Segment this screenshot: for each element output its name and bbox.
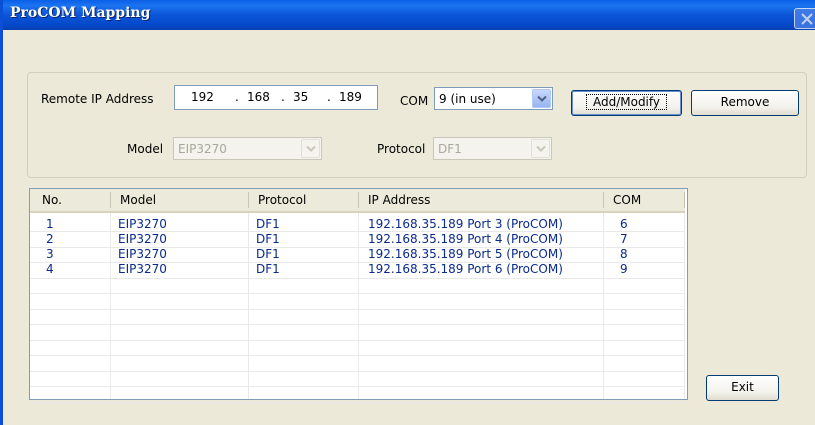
ip-octet-2[interactable]: 168 bbox=[247, 90, 270, 104]
ip-dot: . bbox=[235, 90, 239, 104]
table-row[interactable]: 3 EIP3270 DF1 192.168.35.189 Port 5 (ProCOM… bbox=[30, 247, 685, 262]
ip-octet-1[interactable]: 192 bbox=[191, 90, 214, 104]
column-divider[interactable] bbox=[358, 192, 359, 208]
remote-ip-label: Remote IP Address bbox=[41, 92, 154, 106]
cell-model: EIP3270 bbox=[118, 232, 167, 246]
protocol-label: Protocol bbox=[377, 142, 426, 156]
cell-model: EIP3270 bbox=[118, 262, 167, 276]
mapping-list[interactable]: No. Model Protocol IP Address COM 1 EIP32… bbox=[29, 188, 688, 403]
cell-com: 6 bbox=[620, 217, 628, 231]
add-modify-label: Add/Modify bbox=[585, 94, 668, 110]
protocol-dropdown-button[interactable] bbox=[531, 139, 550, 158]
table-row[interactable]: 4 EIP3270 DF1 192.168.35.189 Port 6 (ProCOM… bbox=[30, 262, 685, 277]
model-dropdown-button[interactable] bbox=[301, 139, 320, 158]
ip-octet-4[interactable]: 189 bbox=[339, 90, 362, 104]
remote-ip-input[interactable]: 192 . 168 . 35 . 189 bbox=[174, 85, 378, 110]
model-label: Model bbox=[127, 142, 164, 156]
protocol-select[interactable]: DF1 bbox=[433, 137, 552, 160]
grid-line bbox=[30, 355, 685, 356]
column-header-no[interactable]: No. bbox=[36, 189, 62, 211]
ip-octet-3[interactable]: 35 bbox=[293, 90, 308, 104]
cell-ip-address: 192.168.35.189 Port 6 (ProCOM) bbox=[368, 262, 563, 276]
chevron-down-icon bbox=[306, 145, 316, 152]
model-select[interactable]: EIP3270 bbox=[173, 137, 322, 160]
grid-line bbox=[30, 277, 685, 279]
exit-button[interactable]: Exit bbox=[706, 375, 779, 401]
list-header: No. Model Protocol IP Address COM bbox=[30, 189, 685, 213]
cell-no: 2 bbox=[46, 232, 54, 246]
ip-dot: . bbox=[327, 90, 331, 104]
cell-protocol: DF1 bbox=[256, 217, 280, 231]
column-divider[interactable] bbox=[684, 192, 685, 208]
grid-line bbox=[30, 339, 685, 341]
column-header-model[interactable]: Model bbox=[114, 189, 156, 211]
cell-com: 7 bbox=[620, 232, 628, 246]
protocol-select-value: DF1 bbox=[438, 142, 462, 156]
column-header-com[interactable]: COM bbox=[607, 189, 641, 211]
chevron-down-icon bbox=[536, 145, 546, 152]
settings-group bbox=[27, 72, 807, 178]
com-dropdown-button[interactable] bbox=[532, 89, 551, 108]
cell-model: EIP3270 bbox=[118, 217, 167, 231]
model-select-value: EIP3270 bbox=[178, 142, 227, 156]
com-select[interactable]: 9 (in use) bbox=[434, 87, 553, 110]
title-bar[interactable]: ProCOM Mapping bbox=[3, 0, 815, 30]
cell-no: 3 bbox=[46, 247, 54, 261]
grid-line bbox=[30, 308, 685, 310]
cell-no: 4 bbox=[46, 262, 54, 276]
close-icon bbox=[801, 13, 813, 25]
column-divider[interactable] bbox=[110, 192, 111, 208]
column-header-ip-address[interactable]: IP Address bbox=[362, 189, 430, 211]
grid-line bbox=[30, 401, 685, 403]
grid-line bbox=[30, 324, 685, 325]
cell-protocol: DF1 bbox=[256, 232, 280, 246]
grid-line bbox=[30, 293, 685, 294]
cell-no: 1 bbox=[46, 217, 54, 231]
com-select-value: 9 (in use) bbox=[439, 92, 496, 106]
grid-line bbox=[30, 370, 685, 372]
grid-line bbox=[30, 386, 685, 387]
chevron-down-icon bbox=[537, 95, 547, 102]
table-row[interactable]: 1 EIP3270 DF1 192.168.35.189 Port 3 (ProCOM… bbox=[30, 217, 685, 232]
column-divider[interactable] bbox=[603, 192, 604, 208]
cell-ip-address: 192.168.35.189 Port 3 (ProCOM) bbox=[368, 217, 563, 231]
com-label: COM bbox=[400, 94, 429, 108]
window-title: ProCOM Mapping bbox=[10, 5, 151, 21]
cell-protocol: DF1 bbox=[256, 247, 280, 261]
remove-button[interactable]: Remove bbox=[691, 90, 799, 116]
table-row[interactable]: 2 EIP3270 DF1 192.168.35.189 Port 4 (ProCOM… bbox=[30, 232, 685, 247]
procom-mapping-window: ProCOM Mapping Remote IP Address 192 . 1… bbox=[0, 0, 815, 425]
cell-ip-address: 192.168.35.189 Port 4 (ProCOM) bbox=[368, 232, 563, 246]
column-header-protocol[interactable]: Protocol bbox=[252, 189, 306, 211]
column-divider[interactable] bbox=[248, 192, 249, 208]
cell-model: EIP3270 bbox=[118, 247, 167, 261]
cell-protocol: DF1 bbox=[256, 262, 280, 276]
add-modify-button[interactable]: Add/Modify bbox=[571, 90, 682, 116]
close-button[interactable] bbox=[794, 8, 815, 29]
cell-ip-address: 192.168.35.189 Port 5 (ProCOM) bbox=[368, 247, 563, 261]
cell-com: 8 bbox=[620, 247, 628, 261]
cell-com: 9 bbox=[620, 262, 628, 276]
ip-dot: . bbox=[281, 90, 285, 104]
